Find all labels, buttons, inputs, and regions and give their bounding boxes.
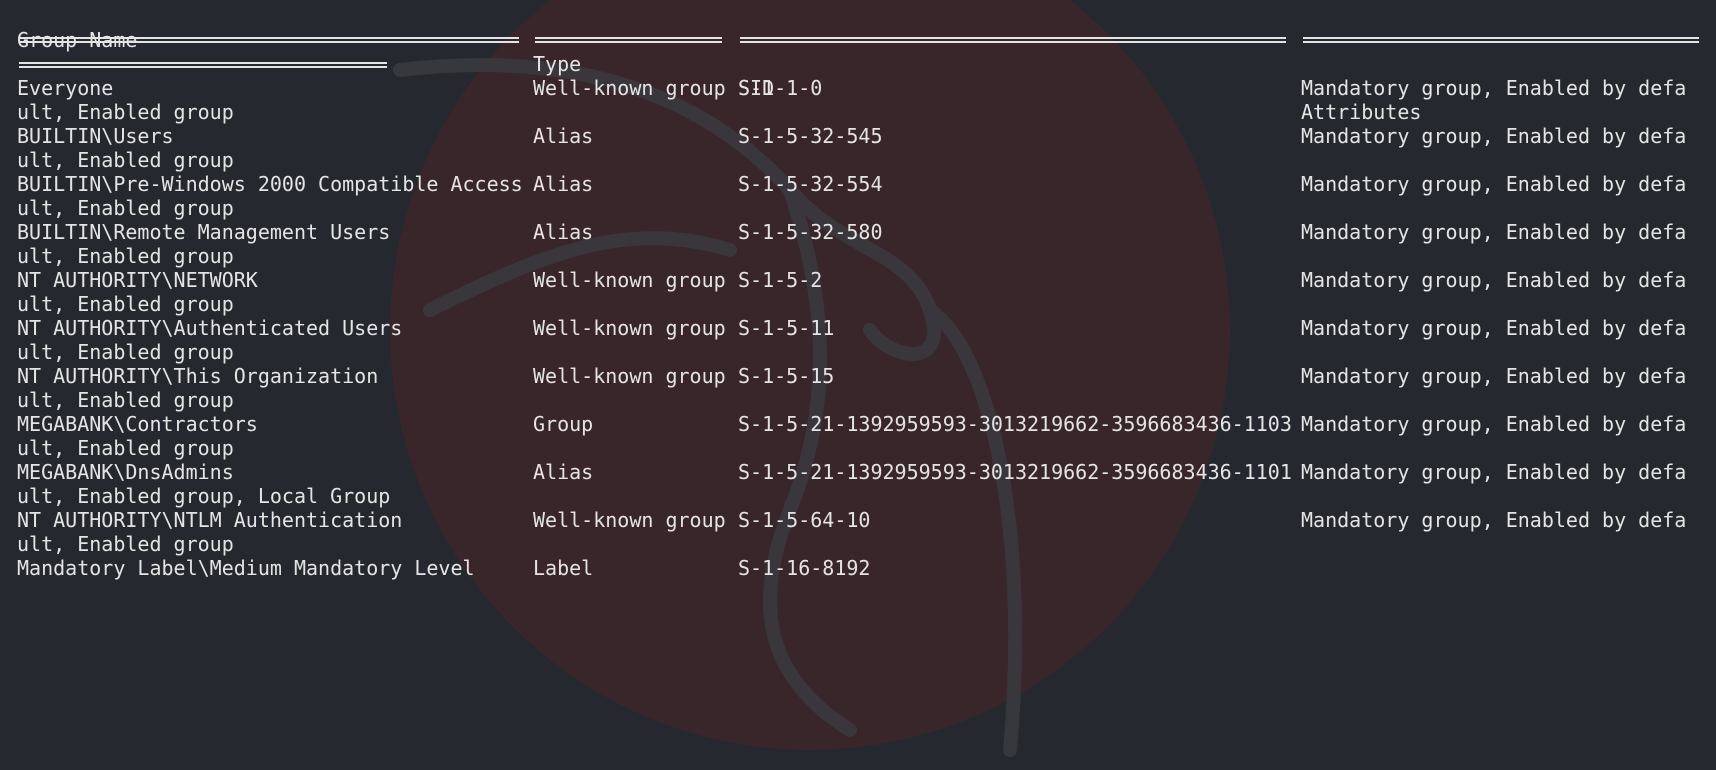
group-name-cell: BUILTIN\Pre-Windows 2000 Compatible Acce… <box>17 172 523 196</box>
group-name-cell: MEGABANK\DnsAdmins <box>17 460 234 484</box>
sid-cell: S-1-5-32-554 <box>738 172 883 196</box>
type-cell: Label <box>533 556 594 580</box>
attributes-continuation: ult, Enabled group <box>17 292 234 316</box>
attributes-cell: Mandatory group, Enabled by defa <box>1301 364 1687 388</box>
attributes-cell: Mandatory group, Enabled by defa <box>1301 268 1687 292</box>
attributes-continuation: ult, Enabled group <box>17 148 234 172</box>
type-cell: Alias <box>533 220 594 244</box>
sid-cell: S-1-5-32-580 <box>738 220 883 244</box>
type-cell: Alias <box>533 124 594 148</box>
sid-cell: S-1-1-0 <box>738 76 823 100</box>
group-name-cell: BUILTIN\Users <box>17 124 174 148</box>
attributes-continuation: ult, Enabled group <box>17 340 234 364</box>
header-divider <box>740 37 1286 43</box>
type-cell: Alias <box>533 172 594 196</box>
sid-cell: S-1-5-21-1392959593-3013219662-359668343… <box>738 460 1292 484</box>
attributes-continuation: ult, Enabled group <box>17 436 234 460</box>
attributes-cell: Mandatory group, Enabled by defa <box>1301 460 1687 484</box>
group-name-cell: Everyone <box>17 76 114 100</box>
attributes-cell: Mandatory group, Enabled by defa <box>1301 172 1687 196</box>
group-name-cell: Mandatory Label\Medium Mandatory Level <box>17 556 475 580</box>
type-cell: Well-known group <box>533 316 726 340</box>
attributes-cell: Mandatory group, Enabled by defa <box>1301 76 1687 100</box>
group-name-cell: BUILTIN\Remote Management Users <box>17 220 391 244</box>
header-attributes: Attributes <box>1301 100 1422 124</box>
type-cell: Group <box>533 412 594 436</box>
type-cell: Alias <box>533 460 594 484</box>
header-divider <box>535 37 722 43</box>
attributes-cell: Mandatory group, Enabled by defa <box>1301 412 1687 436</box>
attributes-cell: Mandatory group, Enabled by defa <box>1301 124 1687 148</box>
group-name-cell: MEGABANK\Contractors <box>17 412 258 436</box>
attributes-continuation: ult, Enabled group <box>17 196 234 220</box>
terminal-output: Group Name Type SID Attributes Everyone W… <box>17 0 1716 600</box>
sid-cell: S-1-5-2 <box>738 268 823 292</box>
sid-cell: S-1-5-64-10 <box>738 508 871 532</box>
header-type: Type <box>533 52 582 76</box>
type-cell: Well-known group <box>533 76 726 100</box>
attributes-continuation: ult, Enabled group <box>17 100 234 124</box>
sid-cell: S-1-5-11 <box>738 316 835 340</box>
type-cell: Well-known group <box>533 508 726 532</box>
table-header: Group Name Type SID Attributes <box>17 4 1421 124</box>
attributes-continuation: ult, Enabled group <box>17 244 234 268</box>
attributes-cell: Mandatory group, Enabled by defa <box>1301 316 1687 340</box>
attributes-continuation: ult, Enabled group <box>17 388 234 412</box>
type-cell: Well-known group <box>533 268 726 292</box>
sid-cell: S-1-16-8192 <box>738 556 871 580</box>
attributes-continuation: ult, Enabled group, Local Group <box>17 484 391 508</box>
header-divider <box>19 37 519 43</box>
group-name-cell: NT AUTHORITY\This Organization <box>17 364 379 388</box>
header-divider <box>1303 37 1699 43</box>
group-name-cell: NT AUTHORITY\Authenticated Users <box>17 316 403 340</box>
attributes-cell: Mandatory group, Enabled by defa <box>1301 220 1687 244</box>
attributes-continuation: ult, Enabled group <box>17 532 234 556</box>
sid-cell: S-1-5-32-545 <box>738 124 883 148</box>
sid-cell: S-1-5-15 <box>738 364 835 388</box>
group-name-cell: NT AUTHORITY\NTLM Authentication <box>17 508 403 532</box>
header-divider <box>19 62 387 68</box>
type-cell: Well-known group <box>533 364 726 388</box>
group-name-cell: NT AUTHORITY\NETWORK <box>17 268 258 292</box>
sid-cell: S-1-5-21-1392959593-3013219662-359668343… <box>738 412 1292 436</box>
attributes-cell: Mandatory group, Enabled by defa <box>1301 508 1687 532</box>
